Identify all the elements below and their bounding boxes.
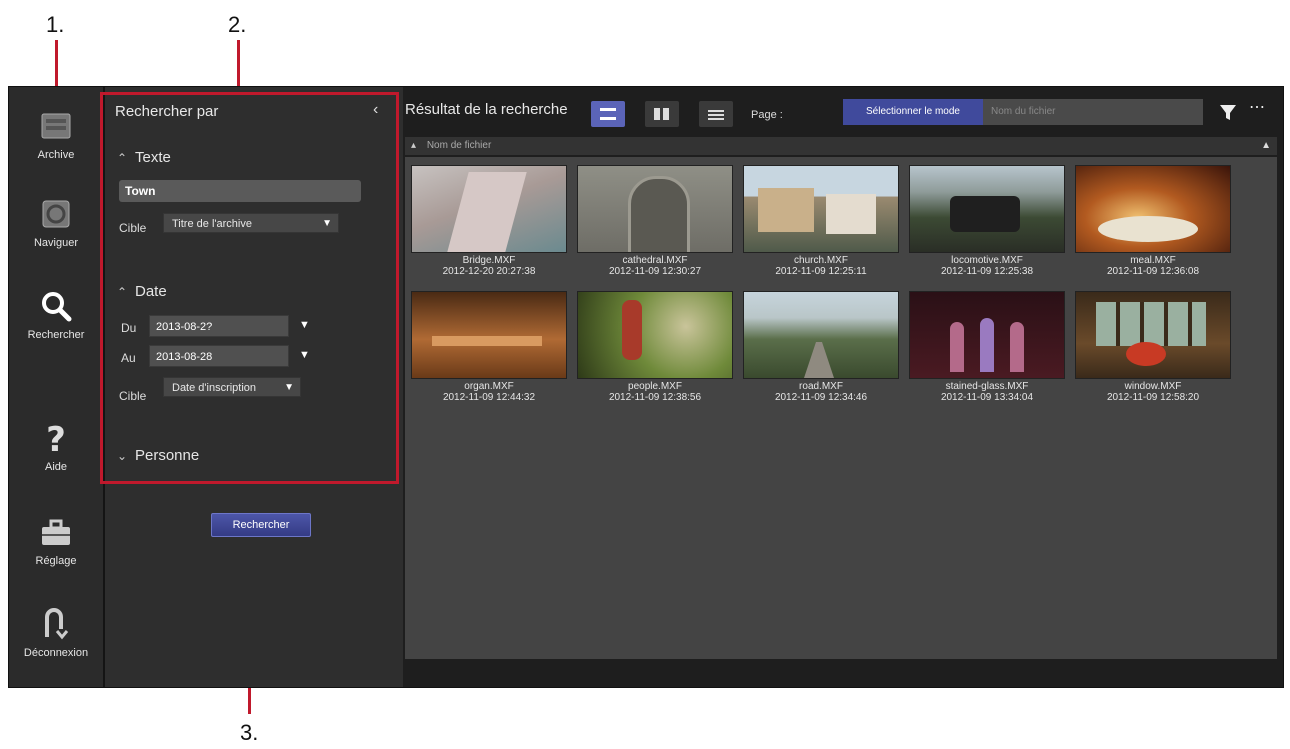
thumbnail-image bbox=[743, 165, 899, 253]
mode-input[interactable]: Nom du fichier bbox=[983, 99, 1203, 125]
view-list-button[interactable] bbox=[591, 101, 625, 127]
sort-label[interactable]: Nom de fichier bbox=[427, 140, 491, 151]
result-item-timestamp: 2012-11-09 12:30:27 bbox=[608, 266, 702, 277]
view-thumbnail-button[interactable] bbox=[645, 101, 679, 127]
thumbnail-image bbox=[1075, 165, 1231, 253]
result-item[interactable]: window.MXF 2012-11-09 12:58:20 bbox=[1075, 291, 1231, 403]
result-item[interactable]: cathedral.MXF 2012-11-09 12:30:27 bbox=[577, 165, 733, 277]
result-item-timestamp: 2012-11-09 13:34:04 bbox=[940, 392, 1034, 403]
result-item[interactable]: stained-glass.MXF 2012-11-09 13:34:04 bbox=[909, 291, 1065, 403]
thumbnail-image bbox=[577, 165, 733, 253]
results-area: Résultat de la recherche Page : Sélectio… bbox=[405, 87, 1283, 687]
view-detail-button[interactable] bbox=[699, 101, 733, 127]
logout-icon bbox=[45, 608, 69, 640]
result-item[interactable]: meal.MXF 2012-11-09 12:36:08 bbox=[1075, 165, 1231, 277]
result-item-name: people.MXF bbox=[628, 381, 682, 392]
svg-text:?: ? bbox=[46, 421, 66, 455]
sort-direction-icon[interactable]: ▴ bbox=[411, 140, 416, 151]
nav-label: Archive bbox=[37, 149, 75, 161]
callout-3: 3. bbox=[240, 720, 259, 745]
list-view-icon bbox=[600, 108, 616, 120]
callout-1: 1. bbox=[46, 12, 65, 37]
result-item-timestamp: 2012-11-09 12:38:56 bbox=[608, 392, 702, 403]
result-item-timestamp: 2012-11-09 12:25:38 bbox=[940, 266, 1034, 277]
thumbnail-image bbox=[411, 291, 567, 379]
result-item-name: window.MXF bbox=[1124, 381, 1182, 392]
nav-item-archive[interactable]: Archive bbox=[9, 109, 103, 161]
result-item-name: stained-glass.MXF bbox=[945, 381, 1029, 392]
result-item-timestamp: 2012-11-09 12:36:08 bbox=[1106, 266, 1200, 277]
sort-bar: ▴ Nom de fichier ▲ bbox=[405, 137, 1277, 155]
thumbnail-view-icon bbox=[654, 108, 670, 120]
result-item[interactable]: Bridge.MXF 2012-12-20 20:27:38 bbox=[411, 165, 567, 277]
thumbnail-image bbox=[1075, 291, 1231, 379]
highlight-box bbox=[100, 92, 399, 484]
toolbox-icon bbox=[42, 519, 70, 545]
result-item-name: road.MXF bbox=[799, 381, 843, 392]
thumbnail-image bbox=[743, 291, 899, 379]
nav-item-browse[interactable]: Naviguer bbox=[9, 197, 103, 249]
nav-label: Déconnexion bbox=[23, 647, 89, 659]
thumbnail-image bbox=[909, 291, 1065, 379]
nav-item-help[interactable]: ? Aide bbox=[9, 421, 103, 473]
result-item[interactable]: road.MXF 2012-11-09 12:34:46 bbox=[743, 291, 899, 403]
filter-icon[interactable] bbox=[1217, 101, 1239, 123]
more-options-icon[interactable]: ⋯ bbox=[1249, 97, 1266, 117]
result-item-timestamp: 2012-11-09 12:44:32 bbox=[442, 392, 536, 403]
page-label: Page : bbox=[751, 109, 783, 121]
results-grid: Bridge.MXF 2012-12-20 20:27:38 cathedral… bbox=[405, 157, 1277, 659]
result-item[interactable]: locomotive.MXF 2012-11-09 12:25:38 bbox=[909, 165, 1065, 277]
search-button[interactable]: Rechercher bbox=[211, 513, 311, 537]
result-item-name: Bridge.MXF bbox=[462, 255, 516, 266]
nav-label: Naviguer bbox=[33, 237, 79, 249]
thumbnail-image bbox=[577, 291, 733, 379]
nav-item-settings[interactable]: Réglage bbox=[9, 515, 103, 567]
result-item-name: cathedral.MXF bbox=[622, 255, 688, 266]
archive-icon bbox=[41, 113, 71, 139]
thumbnail-image bbox=[411, 165, 567, 253]
nav-item-search[interactable]: Rechercher bbox=[9, 289, 103, 341]
result-item-timestamp: 2012-11-09 12:58:20 bbox=[1106, 392, 1200, 403]
result-item-timestamp: 2012-11-09 12:25:11 bbox=[775, 266, 867, 277]
nav-label: Rechercher bbox=[27, 329, 85, 341]
result-item-name: church.MXF bbox=[794, 255, 848, 266]
search-icon bbox=[42, 292, 72, 322]
result-item-timestamp: 2012-11-09 12:34:46 bbox=[774, 392, 868, 403]
result-item-name: locomotive.MXF bbox=[951, 255, 1023, 266]
result-item[interactable]: organ.MXF 2012-11-09 12:44:32 bbox=[411, 291, 567, 403]
side-nav: Archive Naviguer Rechercher ? Aide Régla… bbox=[9, 87, 105, 687]
result-item[interactable]: church.MXF 2012-11-09 12:25:11 bbox=[743, 165, 899, 277]
result-item[interactable]: people.MXF 2012-11-09 12:38:56 bbox=[577, 291, 733, 403]
nav-label: Aide bbox=[44, 461, 68, 473]
nav-label: Réglage bbox=[35, 555, 77, 567]
browse-icon bbox=[42, 200, 70, 228]
scroll-up-icon[interactable]: ▲ bbox=[1261, 137, 1271, 155]
result-item-name: organ.MXF bbox=[464, 381, 514, 392]
select-mode-button[interactable]: Sélectionner le mode bbox=[843, 99, 983, 125]
help-icon: ? bbox=[46, 421, 66, 455]
detail-view-icon bbox=[708, 108, 724, 120]
thumbnail-image bbox=[909, 165, 1065, 253]
nav-item-logout[interactable]: Déconnexion bbox=[9, 607, 103, 659]
results-title: Résultat de la recherche bbox=[405, 101, 568, 118]
result-item-name: meal.MXF bbox=[1130, 255, 1176, 266]
callout-2: 2. bbox=[228, 12, 247, 37]
result-item-timestamp: 2012-12-20 20:27:38 bbox=[442, 266, 536, 277]
